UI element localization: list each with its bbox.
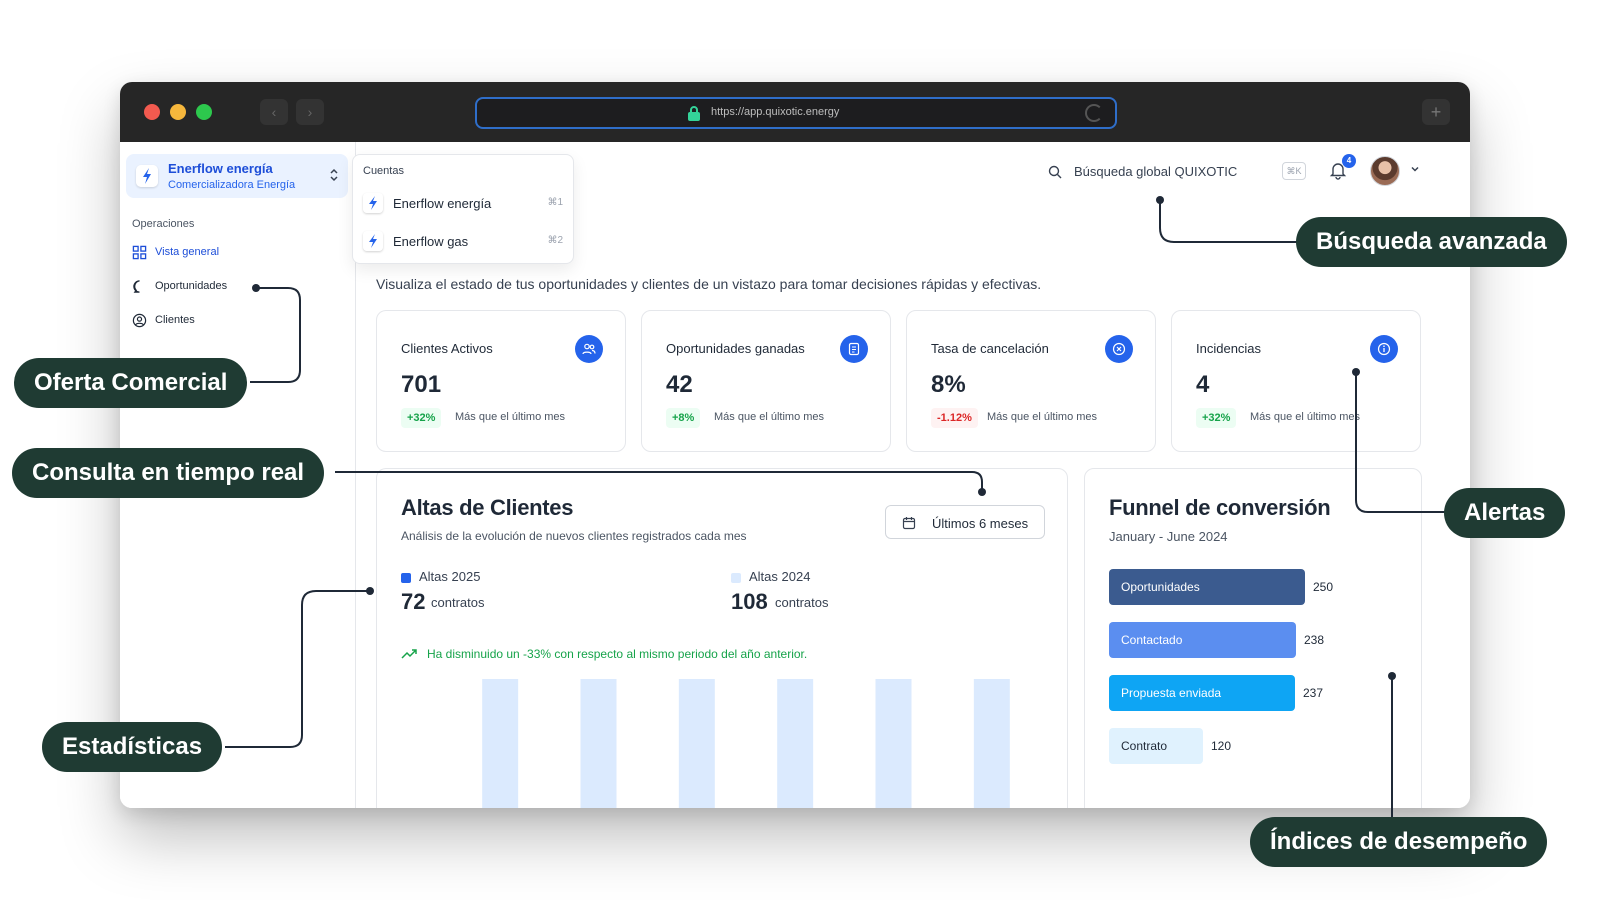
connector-dot <box>1388 672 1396 680</box>
callout-oferta-comercial: Oferta Comercial <box>14 358 248 408</box>
connector-estadisticas <box>225 590 370 748</box>
callout-busqueda-avanzada: Búsqueda avanzada <box>1296 217 1567 267</box>
callout-indices-desempeno: Índices de desempeño <box>1250 817 1548 867</box>
connector-dot <box>978 488 986 496</box>
connector-busqueda <box>1159 200 1300 243</box>
connector-dot <box>252 284 260 292</box>
connector-oferta <box>250 287 301 383</box>
connector-dot <box>1156 196 1164 204</box>
connector-dot <box>366 587 374 595</box>
marketing-stage: ‹ › https://app.quixotic.energy + Enerfl… <box>0 0 1600 900</box>
connector-alertas <box>1355 372 1446 513</box>
connector-dot <box>1352 368 1360 376</box>
callout-estadisticas: Estadísticas <box>42 722 223 772</box>
callout-alertas: Alertas <box>1444 488 1566 538</box>
callout-consulta-tiempo-real: Consulta en tiempo real <box>12 448 325 498</box>
connector-consulta <box>335 471 983 492</box>
